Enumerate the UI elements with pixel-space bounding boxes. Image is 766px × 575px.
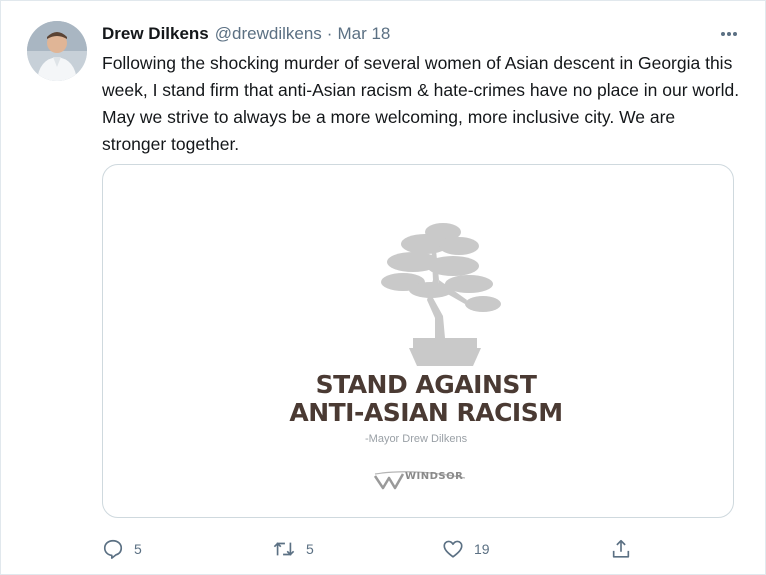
retweet-arrows-icon (273, 542, 295, 556)
reply-button[interactable]: 5 (102, 536, 142, 562)
bonsai-tree-graphic (381, 223, 501, 366)
windsor-logo-text: WINDSOR (405, 471, 464, 482)
tweet-header: Drew Dilkens @drewdilkens · Mar 18 (102, 23, 390, 45)
tweet-text: Following the shocking murder of several… (102, 53, 740, 154)
author-name[interactable]: Drew Dilkens (102, 23, 209, 45)
tweet-media-image[interactable]: STAND AGAINST ANTI-ASIAN RACISM -Mayor D… (102, 164, 734, 518)
reply-count: 5 (134, 541, 142, 557)
tweet-date[interactable]: Mar 18 (337, 23, 390, 45)
share-button[interactable] (610, 536, 632, 562)
header-separator: · (326, 24, 333, 43)
media-byline: -Mayor Drew Dilkens (365, 433, 468, 445)
like-count: 19 (474, 541, 490, 557)
retweet-button[interactable]: 5 (272, 536, 314, 562)
reply-bubble-icon (103, 539, 123, 559)
heart-icon (443, 540, 463, 558)
more-dots-icon[interactable] (717, 23, 741, 45)
avatar-photo (27, 21, 87, 81)
avatar[interactable] (27, 21, 87, 81)
media-headline-line1: STAND AGAINST (315, 370, 537, 399)
retweet-count: 5 (306, 541, 314, 557)
author-handle[interactable]: @drewdilkens (215, 23, 322, 45)
tweet-actions-bar: 5 5 19 (102, 536, 662, 562)
media-headline-line2: ANTI-ASIAN RACISM (289, 398, 563, 427)
like-button[interactable]: 19 (442, 536, 490, 562)
tweet-card[interactable]: Drew Dilkens @drewdilkens · Mar 18 Follo… (0, 0, 766, 575)
share-upload-icon (612, 539, 630, 558)
